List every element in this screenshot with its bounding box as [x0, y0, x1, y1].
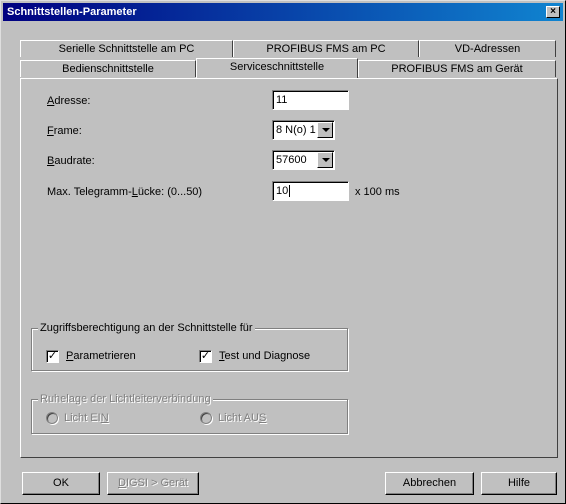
- licht-ein-label: Licht EIN: [64, 412, 109, 424]
- chevron-down-icon[interactable]: [317, 152, 333, 168]
- close-icon: ×: [550, 6, 556, 17]
- frame-label: Frame:: [47, 125, 82, 137]
- help-button[interactable]: Hilfe: [481, 472, 557, 495]
- baudrate-label: Baudrate:: [47, 155, 95, 167]
- licht-ein-radio[interactable]: [46, 412, 58, 424]
- tab-label: Serviceschnittstelle: [229, 61, 325, 73]
- tab-label: Bedienschnittstelle: [62, 63, 154, 75]
- luecke-input[interactable]: 10: [272, 181, 349, 201]
- adresse-label: Adresse:: [47, 95, 91, 107]
- parametrieren-checkbox[interactable]: ✓: [46, 350, 59, 363]
- licht-aus-radio[interactable]: [200, 412, 212, 424]
- tab-label: PROFIBUS FMS am PC: [266, 43, 386, 55]
- access-group: Zugriffsberechtigung an der Schnittstell…: [31, 322, 348, 371]
- title-bar[interactable]: Schnittstellen-Parameter ×: [3, 3, 563, 21]
- luecke-label: Max. Telegramm-Lücke: (0...50): [47, 186, 203, 198]
- tab-profibus-fms-geraet[interactable]: PROFIBUS FMS am Gerät: [358, 60, 556, 77]
- baudrate-select[interactable]: 57600: [272, 150, 335, 170]
- tab-profibus-fms-pc[interactable]: PROFIBUS FMS am PC: [233, 40, 419, 57]
- cancel-button[interactable]: Abbrechen: [385, 472, 474, 495]
- light-group: Ruhelage der Lichtleiterverbindung Licht…: [31, 393, 348, 434]
- window-title: Schnittstellen-Parameter: [7, 6, 137, 18]
- tab-label: PROFIBUS FMS am Gerät: [391, 63, 523, 75]
- test-diagnose-label[interactable]: Test und Diagnose: [219, 350, 310, 362]
- close-button[interactable]: ×: [546, 6, 560, 18]
- chevron-down-icon[interactable]: [317, 122, 333, 138]
- tab-label: Serielle Schnittstelle am PC: [58, 43, 195, 55]
- luecke-unit: x 100 ms: [355, 186, 400, 198]
- text-cursor: [289, 185, 291, 198]
- tab-label: VD-Adressen: [454, 43, 521, 55]
- licht-aus-label: Licht AUS: [218, 412, 267, 424]
- checkmark-icon: ✓: [47, 350, 58, 362]
- tab-serviceschnittstelle[interactable]: Serviceschnittstelle: [196, 58, 358, 78]
- tab-vd-adressen[interactable]: VD-Adressen: [419, 40, 556, 57]
- parametrieren-label[interactable]: Parametrieren: [66, 350, 136, 362]
- frame-select[interactable]: 8 N(o) 1: [272, 120, 335, 140]
- adresse-input[interactable]: 11: [272, 90, 349, 110]
- ok-button[interactable]: OK: [22, 472, 100, 495]
- tab-panel-serviceschnittstelle: Adresse: 11 Frame: 8 N(o) 1 Baudrate: 57…: [20, 78, 558, 458]
- light-group-title: Ruhelage der Lichtleiterverbindung: [38, 393, 213, 405]
- checkmark-icon: ✓: [200, 350, 211, 362]
- tab-serielle-schnittstelle-pc[interactable]: Serielle Schnittstelle am PC: [20, 40, 233, 57]
- tab-bedienschnittstelle[interactable]: Bedienschnittstelle: [20, 60, 196, 77]
- test-diagnose-checkbox[interactable]: ✓: [199, 350, 212, 363]
- digsi-geraet-button[interactable]: DIGSI > Gerät: [107, 472, 199, 495]
- access-group-title: Zugriffsberechtigung an der Schnittstell…: [38, 322, 255, 334]
